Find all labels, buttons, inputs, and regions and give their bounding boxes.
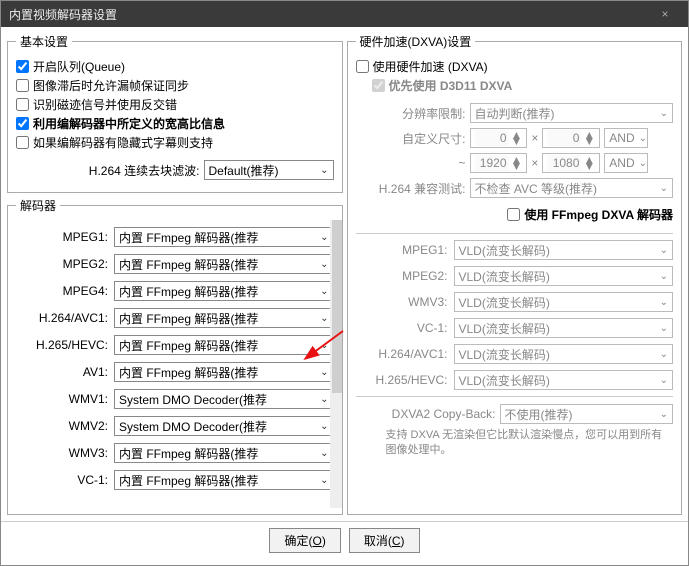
dxva-select-0: VLD(流变长解码)⌄ (454, 240, 674, 260)
dxva-label: MPEG1: (356, 243, 448, 257)
decoder-label: VC-1: (16, 473, 108, 487)
spin-down-icon: ▼ (511, 138, 523, 144)
cb-queue[interactable]: 开启队列(Queue) (16, 58, 334, 75)
cb-d3d11: 优先使用 D3D11 DXVA (372, 77, 674, 94)
copyback-label: DXVA2 Copy-Back: (356, 407, 496, 421)
dxva-legend: 硬件加速(DXVA)设置 (356, 33, 476, 50)
chevron-down-icon: ⌄ (660, 271, 668, 282)
h2-input: ▲▼ (542, 153, 600, 173)
chevron-down-icon: ⌄ (660, 297, 668, 308)
chevron-down-icon: ⌄ (320, 340, 328, 351)
chevron-down-icon: ⌄ (660, 323, 668, 334)
decoder-select-2[interactable]: 内置 FFmpeg 解码器(推荐⌄ (114, 281, 334, 301)
close-icon[interactable]: × (650, 7, 680, 21)
cb-ffmpeg-dxva[interactable]: 使用 FFmpeg DXVA 解码器 (507, 206, 673, 223)
chevron-down-icon: ⌄ (320, 367, 328, 378)
copyback-hint: 支持 DXVA 无渲染但它比默认渲染慢点，您可以用到所有图像处理中。 (356, 428, 674, 459)
w1-input: ▲▼ (470, 128, 528, 148)
op1-select: AND⌄ (604, 128, 648, 148)
cb-hw-accel[interactable]: 使用硬件加速 (DXVA) (356, 58, 674, 75)
decoder-select-0[interactable]: 内置 FFmpeg 解码器(推荐⌄ (114, 227, 334, 247)
decoder-select-5[interactable]: 内置 FFmpeg 解码器(推荐⌄ (114, 362, 334, 382)
basic-legend: 基本设置 (16, 33, 72, 50)
chevron-down-icon: ⌄ (320, 165, 328, 176)
cb-mag[interactable]: 识别磁迹信号并使用反交错 (16, 96, 334, 113)
copyback-select: 不使用(推荐)⌄ (500, 404, 674, 424)
dxva-select-4: VLD(流变长解码)⌄ (454, 344, 674, 364)
tilde-label: ~ (356, 156, 466, 170)
dxva-label: WMV3: (356, 295, 448, 309)
decoders-group: 解码器 MPEG1: 内置 FFmpeg 解码器(推荐⌄ MPEG2: 内置 FFmp… (7, 197, 343, 515)
spin-down-icon: ▼ (511, 163, 523, 169)
basic-settings-group: 基本设置 开启队列(Queue) 图像滞后时允许漏帧保证同步 识别磁迹信号并使用… (7, 33, 343, 193)
spin-down-icon: ▼ (583, 163, 595, 169)
chevron-down-icon: ⌄ (320, 232, 328, 243)
scrollbar[interactable] (330, 220, 343, 508)
h264-deblock-label: H.264 连续去块滤波: (16, 162, 200, 179)
decoder-select-3[interactable]: 内置 FFmpeg 解码器(推荐⌄ (114, 308, 334, 328)
decoders-legend: 解码器 (16, 197, 60, 214)
custom-size-label: 自定义尺寸: (356, 130, 466, 147)
decoder-select-7[interactable]: System DMO Decoder(推荐⌄ (114, 416, 334, 436)
dxva-label: H.265/HEVC: (356, 373, 448, 387)
res-limit-label: 分辨率限制: (356, 105, 466, 122)
chevron-down-icon: ⌄ (660, 245, 668, 256)
chevron-down-icon: ⌄ (320, 421, 328, 432)
decoder-select-8[interactable]: 内置 FFmpeg 解码器(推荐⌄ (114, 443, 334, 463)
dxva-select-5: VLD(流变长解码)⌄ (454, 370, 674, 390)
chevron-down-icon: ⌄ (320, 286, 328, 297)
decoder-label: MPEG1: (16, 230, 108, 244)
decoder-label: AV1: (16, 365, 108, 379)
chevron-down-icon: ⌄ (660, 375, 668, 386)
compat-select: 不检查 AVC 等级(推荐)⌄ (470, 178, 674, 198)
cb-subtitle[interactable]: 如果编解码器有隐藏式字幕则支持 (16, 134, 334, 151)
h264-deblock-select[interactable]: Default(推荐)⌄ (204, 160, 334, 180)
chevron-down-icon: ⌄ (660, 349, 668, 360)
chevron-down-icon: ⌄ (320, 259, 328, 270)
chevron-down-icon: ⌄ (320, 448, 328, 459)
decoder-select-9[interactable]: 内置 FFmpeg 解码器(推荐⌄ (114, 470, 334, 490)
dxva-label: VC-1: (356, 321, 448, 335)
decoder-label: WMV3: (16, 446, 108, 460)
chevron-down-icon: ⌄ (660, 108, 668, 119)
decoder-select-6[interactable]: System DMO Decoder(推荐⌄ (114, 389, 334, 409)
decoder-label: MPEG4: (16, 284, 108, 298)
dxva-select-2: VLD(流变长解码)⌄ (454, 292, 674, 312)
op2-select: AND⌄ (604, 153, 648, 173)
dxva-label: H.264/AVC1: (356, 347, 448, 361)
ok-button[interactable]: 确定(O) (269, 528, 340, 553)
spin-down-icon: ▼ (583, 138, 595, 144)
decoder-label: WMV2: (16, 419, 108, 433)
decoder-label: H.265/HEVC: (16, 338, 108, 352)
titlebar: 内置视频解码器设置 × (1, 1, 688, 27)
chevron-down-icon: ⌄ (320, 475, 328, 486)
footer: 确定(O) 取消(C) (1, 521, 688, 559)
dxva-select-1: VLD(流变长解码)⌄ (454, 266, 674, 286)
decoder-label: H.264/AVC1: (16, 311, 108, 325)
res-limit-select: 自动判断(推荐)⌄ (470, 103, 674, 123)
window-title: 内置视频解码器设置 (9, 6, 650, 23)
cb-lag[interactable]: 图像滞后时允许漏帧保证同步 (16, 77, 334, 94)
w2-input: ▲▼ (470, 153, 528, 173)
decoder-select-1[interactable]: 内置 FFmpeg 解码器(推荐⌄ (114, 254, 334, 274)
decoder-label: MPEG2: (16, 257, 108, 271)
compat-label: H.264 兼容测试: (356, 180, 466, 197)
chevron-down-icon: ⌄ (320, 313, 328, 324)
h1-input: ▲▼ (542, 128, 600, 148)
decoder-label: WMV1: (16, 392, 108, 406)
chevron-down-icon: ⌄ (320, 394, 328, 405)
dxva-group: 硬件加速(DXVA)设置 使用硬件加速 (DXVA) 优先使用 D3D11 DX… (347, 33, 683, 515)
dxva-label: MPEG2: (356, 269, 448, 283)
cb-aspect[interactable]: 利用编解码器中所定义的宽高比信息 (16, 115, 334, 132)
cancel-button[interactable]: 取消(C) (349, 528, 420, 553)
dxva-select-3: VLD(流变长解码)⌄ (454, 318, 674, 338)
decoder-select-4[interactable]: 内置 FFmpeg 解码器(推荐⌄ (114, 335, 334, 355)
